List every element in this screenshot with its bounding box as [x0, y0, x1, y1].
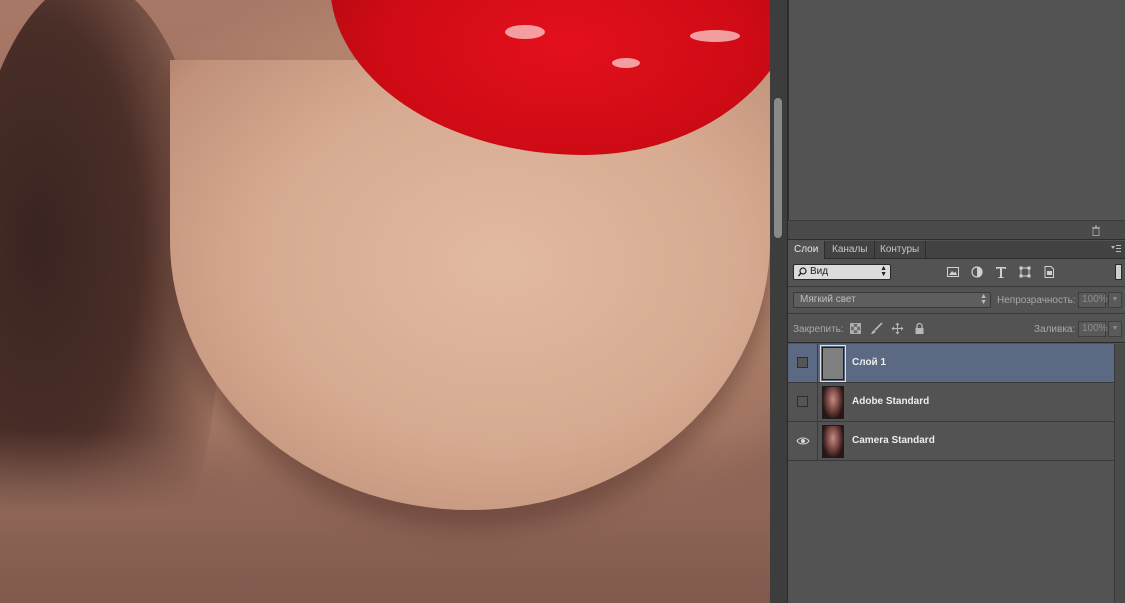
- smart-object-filter-icon[interactable]: [1042, 265, 1056, 279]
- layer-row[interactable]: Adobe Standard: [788, 383, 1114, 422]
- layer-visibility-toggle[interactable]: [788, 344, 818, 383]
- photo-lip-highlight: [505, 25, 545, 39]
- lock-transparency-icon[interactable]: [849, 322, 862, 335]
- canvas-vertical-scrollbar[interactable]: [770, 0, 788, 603]
- lock-row: Закрепить: Заливка: 100% ▼: [788, 315, 1125, 343]
- visibility-off-box: [797, 396, 808, 407]
- upper-panel-area: [788, 0, 1125, 220]
- lock-pixels-icon[interactable]: [870, 322, 883, 335]
- opacity-dropdown-icon[interactable]: ▼: [1108, 292, 1122, 308]
- blend-mode-row: Мягкий свет ▲ ▼ Непрозрачность: 100% ▼: [788, 288, 1125, 314]
- fill-label: Заливка:: [1034, 324, 1076, 335]
- blend-mode-select[interactable]: Мягкий свет ▲ ▼: [793, 292, 991, 308]
- select-arrows-icon: ▲ ▼: [880, 265, 887, 278]
- layer-thumbnail: [822, 425, 844, 458]
- layer-thumbnail: [820, 345, 846, 382]
- photo-lip-highlight: [690, 30, 740, 42]
- layer-row[interactable]: Camera Standard: [788, 422, 1114, 461]
- tab-paths[interactable]: Контуры: [874, 241, 927, 259]
- right-panel-dock: Слои Каналы Контуры Вид ▲ ▼ Мягкий свет …: [770, 0, 1125, 603]
- filter-toggle-switch[interactable]: [1115, 264, 1122, 280]
- layer-filter-row: Вид ▲ ▼: [788, 259, 1125, 287]
- layer-visibility-toggle[interactable]: [788, 422, 818, 461]
- scrollbar-thumb[interactable]: [774, 98, 782, 238]
- document-canvas[interactable]: [0, 0, 770, 603]
- image-filter-icon[interactable]: [946, 265, 960, 279]
- select-arrows-icon: ▲ ▼: [980, 293, 987, 306]
- fill-input[interactable]: 100%: [1078, 321, 1108, 337]
- adjustment-filter-icon[interactable]: [970, 265, 984, 279]
- filter-kind-select[interactable]: Вид ▲ ▼: [793, 264, 891, 280]
- opacity-label: Непрозрачность:: [997, 295, 1076, 306]
- layer-thumbnail: [822, 386, 844, 419]
- blend-mode-value: Мягкий свет: [800, 294, 856, 305]
- type-filter-icon[interactable]: [994, 265, 1008, 279]
- upper-panel-footer: [788, 220, 1125, 240]
- layer-name: Camera Standard: [852, 435, 935, 446]
- layer-row[interactable]: Слой 1: [788, 344, 1114, 383]
- shape-filter-icon[interactable]: [1018, 265, 1032, 279]
- photo-lip-highlight: [612, 58, 640, 68]
- eye-icon: [796, 437, 810, 445]
- fill-dropdown-icon[interactable]: ▼: [1108, 321, 1122, 337]
- lock-all-icon[interactable]: [913, 322, 926, 335]
- opacity-input[interactable]: 100%: [1078, 292, 1108, 308]
- layers-panel-tabs: Слои Каналы Контуры: [788, 241, 1125, 259]
- panel-menu-icon[interactable]: [1111, 245, 1121, 253]
- layers-list: Слой 1 Adobe Standard Camera Standard: [788, 344, 1125, 603]
- tab-channels[interactable]: Каналы: [826, 241, 875, 259]
- layer-name: Adobe Standard: [852, 396, 930, 407]
- search-icon: [798, 267, 807, 277]
- lock-label: Закрепить:: [793, 324, 844, 335]
- tab-layers[interactable]: Слои: [788, 241, 826, 259]
- trash-icon[interactable]: [1091, 225, 1101, 236]
- layers-scrollbar[interactable]: [1114, 344, 1125, 603]
- layer-visibility-toggle[interactable]: [788, 383, 818, 422]
- photoshop-window: Слои Каналы Контуры Вид ▲ ▼ Мягкий свет …: [0, 0, 1125, 603]
- layer-name: Слой 1: [852, 357, 887, 368]
- lock-position-icon[interactable]: [891, 322, 904, 335]
- visibility-off-box: [797, 357, 808, 368]
- filter-kind-value: Вид: [810, 266, 829, 277]
